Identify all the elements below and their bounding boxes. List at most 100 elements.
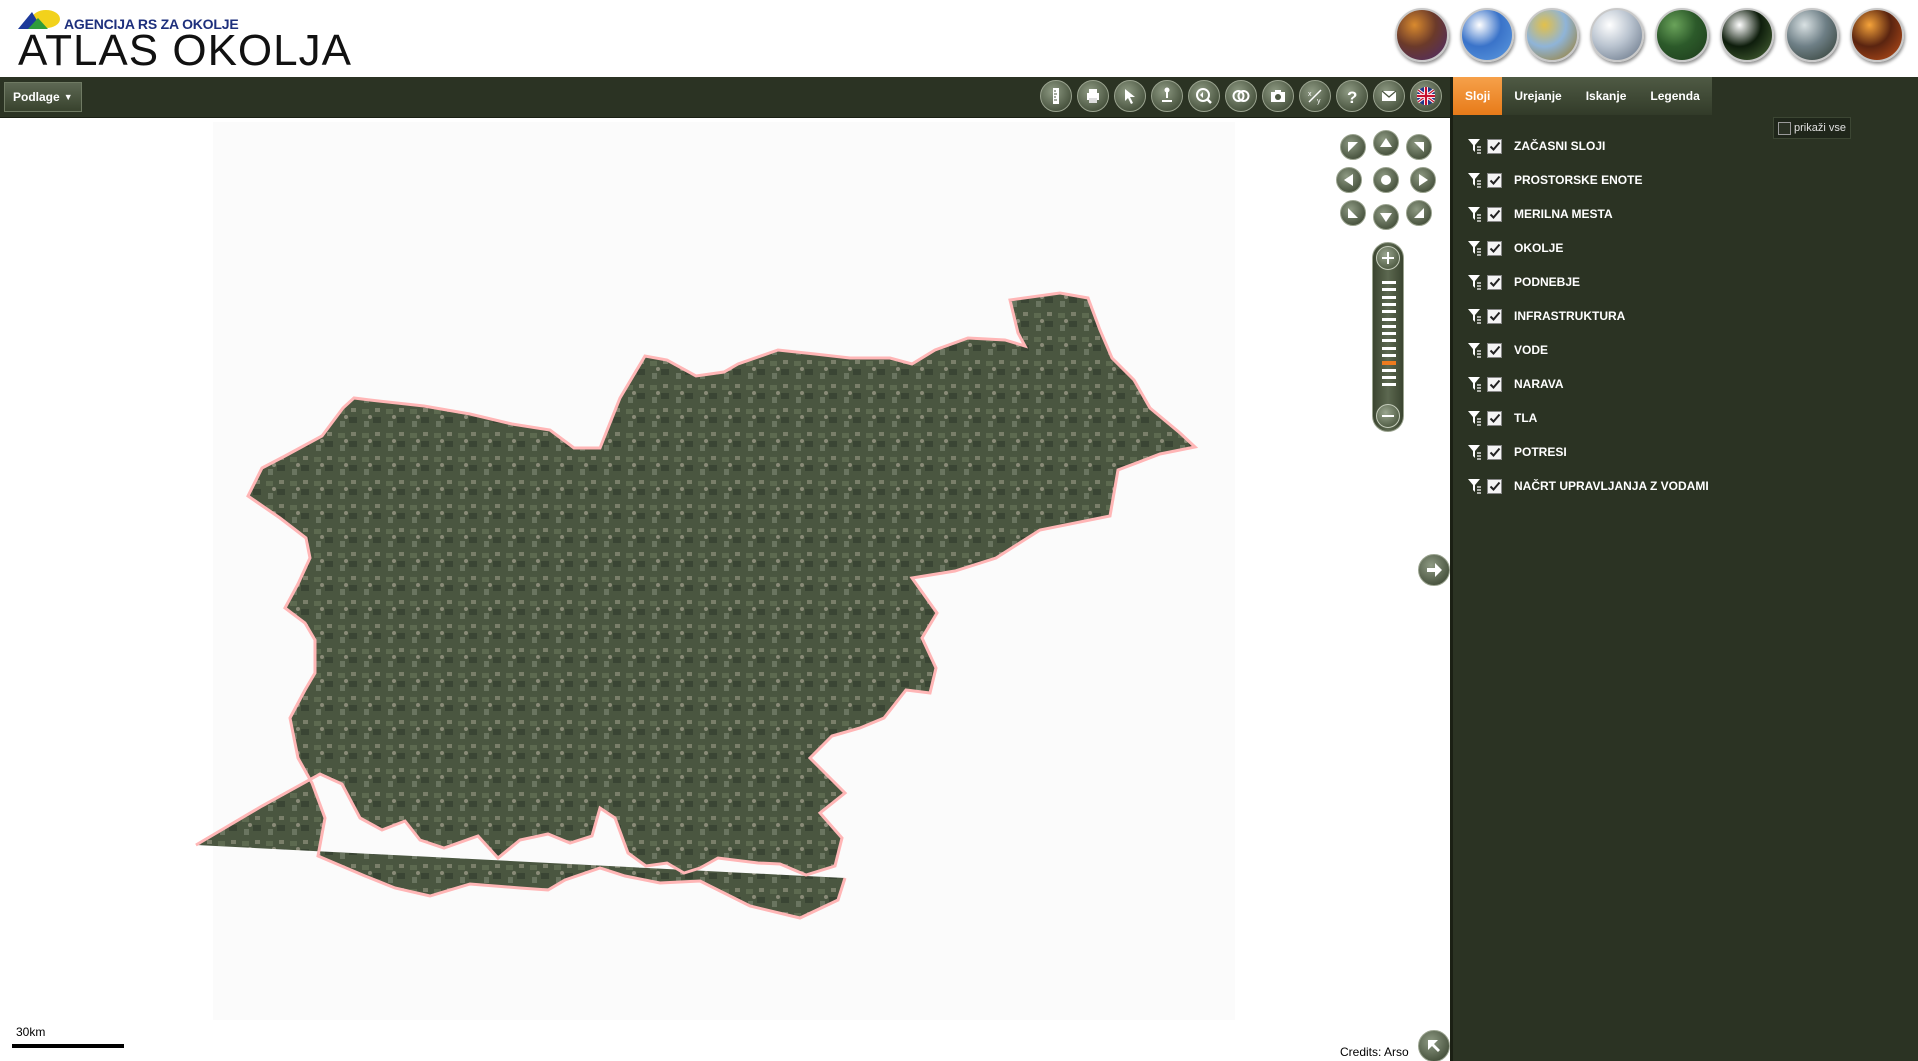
layer-checkbox[interactable] (1487, 410, 1502, 426)
tab-urejanje[interactable]: Urejanje (1502, 77, 1574, 115)
layer-filter-icon[interactable] (1467, 478, 1481, 494)
minus-icon (1382, 415, 1394, 417)
theme-map-button[interactable] (1395, 8, 1449, 62)
show-all-toggle[interactable]: prikaži vse (1773, 117, 1851, 139)
zoom-level-tick[interactable] (1382, 310, 1396, 314)
mail-button[interactable] (1373, 80, 1405, 112)
theme-dandelion-button[interactable] (1720, 8, 1774, 62)
zoom-level-tick[interactable] (1382, 339, 1396, 343)
theme-selector (1395, 8, 1904, 66)
layer-item: PROSTORSKE ENOTE (1467, 163, 1709, 197)
print-button[interactable] (1077, 80, 1109, 112)
layer-filter-icon[interactable] (1467, 308, 1481, 324)
layer-label: NARAVA (1514, 377, 1564, 391)
zoom-out-button[interactable] (1376, 404, 1400, 428)
tab-iskanje[interactable]: Iskanje (1573, 77, 1639, 115)
camera-icon (1271, 90, 1285, 102)
theme-winter-button[interactable] (1590, 8, 1644, 62)
layer-checkbox[interactable] (1487, 274, 1502, 290)
compare-icon (1232, 90, 1250, 102)
layer-filter-icon[interactable] (1467, 410, 1481, 426)
layer-checkbox[interactable] (1487, 444, 1502, 460)
tab-legenda[interactable]: Legenda (1638, 77, 1712, 115)
show-all-checkbox[interactable] (1778, 121, 1791, 135)
zoom-level-tick[interactable] (1382, 368, 1396, 372)
pan-northeast-button[interactable] (1406, 134, 1432, 160)
layer-label: PROSTORSKE ENOTE (1514, 173, 1643, 187)
help-button[interactable]: ? (1336, 80, 1368, 112)
uk-flag-button[interactable] (1410, 80, 1442, 112)
overview-map-button[interactable] (1418, 1030, 1450, 1061)
zoom-level-tick[interactable] (1382, 346, 1396, 350)
theme-sky-button[interactable] (1460, 8, 1514, 62)
mail-icon (1381, 90, 1397, 101)
coordinates-button[interactable]: xy (1299, 80, 1331, 112)
layer-item: PODNEBJE (1467, 265, 1709, 299)
pan-southwest-button[interactable] (1340, 200, 1366, 226)
theme-grass-button[interactable] (1655, 8, 1709, 62)
zoom-level-tick[interactable] (1382, 332, 1396, 336)
layer-filter-icon[interactable] (1467, 444, 1481, 460)
theme-lake-button[interactable] (1785, 8, 1839, 62)
ruler-button[interactable] (1040, 80, 1072, 112)
zoom-level-tick[interactable] (1382, 324, 1396, 328)
zoom-level-tick[interactable] (1382, 295, 1396, 299)
collapse-panel-button[interactable] (1418, 554, 1450, 586)
tab-sloji[interactable]: Sloji (1453, 77, 1503, 115)
layer-checkbox[interactable] (1487, 308, 1502, 324)
arrow-northwest-icon (1348, 142, 1358, 152)
zoom-slider[interactable] (1382, 281, 1396, 391)
layer-item: NARAVA (1467, 367, 1709, 401)
camera-button[interactable] (1262, 80, 1294, 112)
layer-label: ZAČASNI SLOJI (1514, 139, 1606, 153)
layer-filter-icon[interactable] (1467, 240, 1481, 256)
zoom-control (1372, 242, 1404, 432)
layer-filter-icon[interactable] (1467, 342, 1481, 358)
layer-filter-icon[interactable] (1467, 376, 1481, 392)
checkmark-icon (1489, 345, 1500, 355)
zoom-level-tick[interactable] (1382, 383, 1396, 387)
layer-filter-icon[interactable] (1467, 172, 1481, 188)
theme-field-button[interactable] (1525, 8, 1579, 62)
header: AGENCIJA RS ZA OKOLJE ATLAS OKOLJA (0, 0, 1918, 77)
pan-east-button[interactable] (1410, 167, 1436, 193)
layer-checkbox[interactable] (1487, 376, 1502, 392)
layer-filter-icon[interactable] (1467, 138, 1481, 154)
arrow-right-icon (1419, 174, 1428, 186)
zoom-extent-button[interactable] (1188, 80, 1220, 112)
zoom-in-button[interactable] (1376, 246, 1400, 270)
zoom-level-tick[interactable] (1382, 375, 1396, 379)
layer-checkbox[interactable] (1487, 240, 1502, 256)
slovenia-orthophoto (195, 291, 1199, 920)
pan-west-button[interactable] (1336, 167, 1362, 193)
layer-label: VODE (1514, 343, 1549, 357)
pan-southeast-button[interactable] (1406, 200, 1432, 226)
slovenia-border (195, 291, 1199, 920)
basemap-dropdown-button[interactable]: Podlage ▼ (4, 82, 82, 112)
pan-northwest-button[interactable] (1340, 134, 1366, 160)
zoom-level-tick[interactable] (1382, 302, 1396, 306)
zoom-level-tick[interactable] (1382, 361, 1396, 366)
layer-checkbox[interactable] (1487, 172, 1502, 188)
app-title: ATLAS OKOLJA (18, 26, 352, 75)
pointer-button[interactable] (1114, 80, 1146, 112)
pan-north-button[interactable] (1373, 130, 1399, 156)
zoom-level-tick[interactable] (1382, 288, 1396, 292)
layer-checkbox[interactable] (1487, 206, 1502, 222)
zoom-level-tick[interactable] (1382, 281, 1396, 284)
layer-filter-icon[interactable] (1467, 206, 1481, 222)
theme-fire-button[interactable] (1850, 8, 1904, 62)
pan-south-button[interactable] (1373, 204, 1399, 230)
zoom-level-tick[interactable] (1382, 354, 1396, 357)
zoom-level-tick[interactable] (1382, 317, 1396, 321)
svg-text:?: ? (1347, 88, 1357, 106)
layer-checkbox[interactable] (1487, 342, 1502, 358)
layer-checkbox[interactable] (1487, 138, 1502, 154)
pin-button[interactable] (1151, 80, 1183, 112)
map-viewport[interactable]: 30km Credits: Arso (0, 118, 1450, 1061)
center-dot-icon (1381, 175, 1391, 185)
pan-center-button[interactable] (1373, 167, 1399, 193)
compare-button[interactable] (1225, 80, 1257, 112)
layer-checkbox[interactable] (1487, 478, 1502, 494)
layer-filter-icon[interactable] (1467, 274, 1481, 290)
